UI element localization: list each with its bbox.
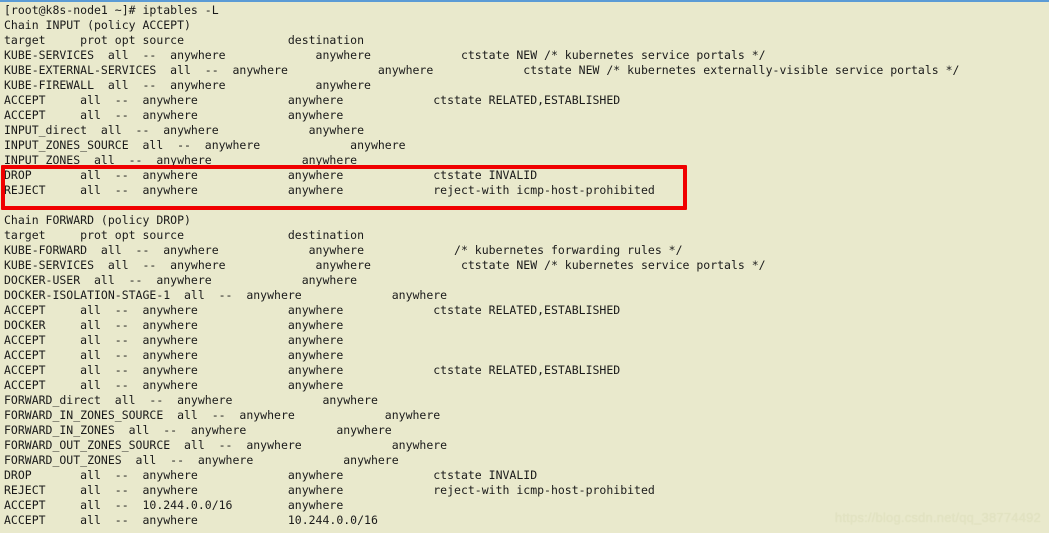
terminal-line: INPUT_ZONES_SOURCE all -- anywhere anywh… [4,138,406,152]
terminal-line: ACCEPT all -- anywhere anywhere [4,378,344,392]
terminal-line: ACCEPT all -- anywhere anywhere [4,348,344,362]
terminal-line: FORWARD_direct all -- anywhere anywhere [4,393,378,407]
terminal-line: KUBE-FORWARD all -- anywhere anywhere /*… [4,243,683,257]
terminal-line: FORWARD_OUT_ZONES all -- anywhere anywhe… [4,453,399,467]
terminal-line: ACCEPT all -- anywhere anywhere ctstate … [4,303,621,317]
terminal-line: DOCKER all -- anywhere anywhere [4,318,344,332]
terminal-line: target prot opt source destination [4,228,365,242]
terminal-line: REJECT all -- anywhere anywhere reject-w… [4,183,655,197]
terminal-line: Chain INPUT (policy ACCEPT) [4,18,191,32]
terminal-output: [root@k8s-node1 ~]# iptables -L Chain INP… [4,3,1049,528]
terminal-line: target prot opt source destination [4,33,365,47]
terminal-line: ACCEPT all -- anywhere anywhere ctstate … [4,93,621,107]
window-top-border [0,0,1049,2]
terminal-window[interactable]: [root@k8s-node1 ~]# iptables -L Chain INP… [0,0,1049,533]
terminal-line: INPUT_direct all -- anywhere anywhere [4,123,365,137]
terminal-line: INPUT_ZONES all -- anywhere anywhere [4,153,358,167]
terminal-line: REJECT all -- anywhere anywhere reject-w… [4,483,655,497]
terminal-line: FORWARD_OUT_ZONES_SOURCE all -- anywhere… [4,438,448,452]
terminal-line: Chain FORWARD (policy DROP) [4,213,191,227]
terminal-line: FORWARD_IN_ZONES_SOURCE all -- anywhere … [4,408,441,422]
terminal-line: DOCKER-ISOLATION-STAGE-1 all -- anywhere… [4,288,448,302]
terminal-line: ACCEPT all -- anywhere anywhere [4,333,344,347]
terminal-line: ACCEPT all -- anywhere anywhere ctstate … [4,363,621,377]
terminal-line: DOCKER-USER all -- anywhere anywhere [4,273,358,287]
terminal-line: KUBE-FIREWALL all -- anywhere anywhere [4,78,371,92]
terminal-line: FORWARD_IN_ZONES all -- anywhere anywher… [4,423,392,437]
terminal-line: KUBE-SERVICES all -- anywhere anywhere c… [4,48,766,62]
terminal-line: DROP all -- anywhere anywhere ctstate IN… [4,168,538,182]
terminal-line: KUBE-EXTERNAL-SERVICES all -- anywhere a… [4,63,960,77]
terminal-line: KUBE-SERVICES all -- anywhere anywhere c… [4,258,766,272]
terminal-line: ACCEPT all -- anywhere anywhere [4,108,344,122]
blog-watermark: https://blog.csdn.net/qq_38774492 [834,510,1041,525]
terminal-line: [root@k8s-node1 ~]# iptables -L [4,3,219,17]
terminal-line: DROP all -- anywhere anywhere ctstate IN… [4,468,538,482]
